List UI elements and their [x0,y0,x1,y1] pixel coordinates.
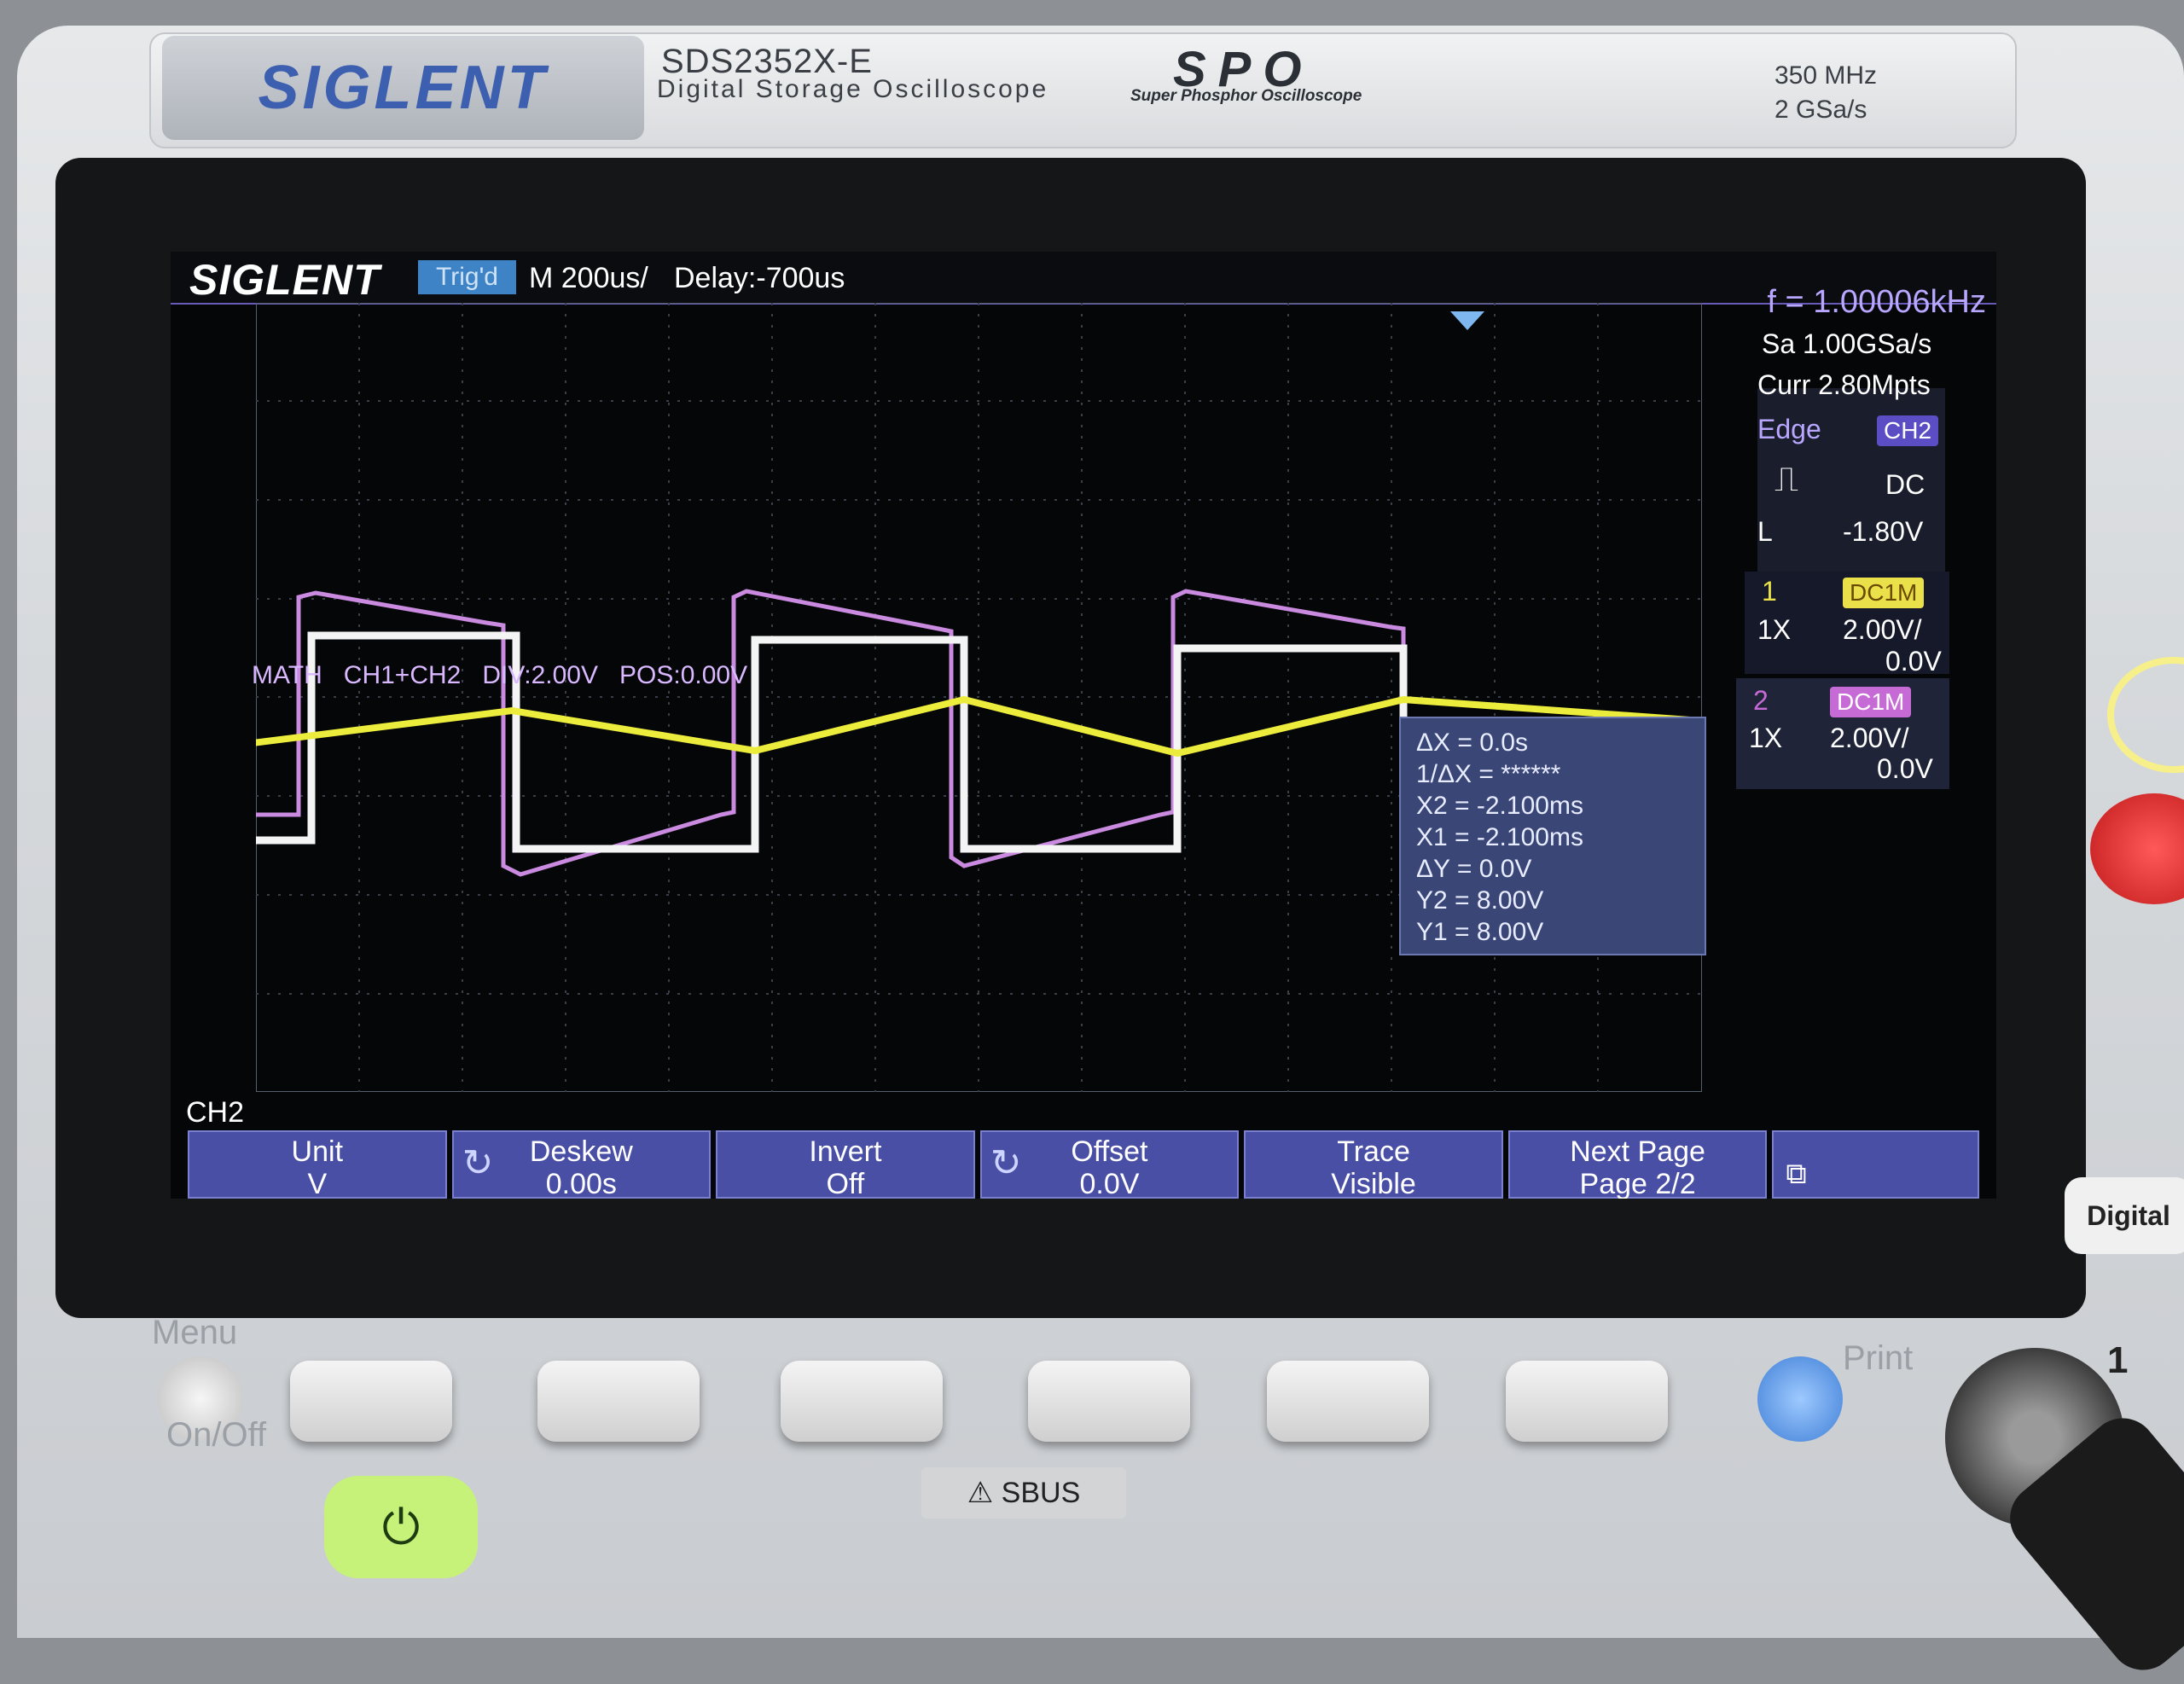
screen: SIGLENT Trig'd M 200us/ Delay:-700us f =… [171,252,1996,1199]
trigger-source[interactable]: CH2 [1877,415,1939,446]
cursor-x1: X1 = -2.100ms [1416,823,1583,851]
input-number: 1 [2107,1339,2129,1381]
brand-logo: SIGLENT [162,36,644,140]
frequency-readout: f = 1.00006kHz [1767,284,1986,320]
cursor-readout-box: ΔX = 0.0s 1/ΔX = ****** X2 = -2.100ms X1… [1399,717,1706,955]
ch1-probe: 1X [1757,614,1792,645]
sample-rate-spec: 2 GSa/s [1774,96,1867,124]
delay-readout: Delay:-700us [674,262,845,294]
trigger-level: -1.80V [1843,516,1924,547]
ch2-coupling: DC1M [1830,687,1912,717]
cursor-x2: X2 = -2.100ms [1416,792,1583,820]
softkey-menu: Unit V ↻ Deskew 0.00s Invert Off ↻ Offset 0.… [188,1130,1980,1199]
trigger-type[interactable]: Edge [1757,414,1821,445]
graticule [256,303,1702,1092]
softkey-3[interactable] [781,1361,943,1442]
sample-rate-readout: Sa 1.00GSa/s [1762,328,1932,359]
ch2-id: 2 [1753,685,1769,716]
menu-button-label: Menu [152,1314,238,1351]
rising-edge-icon: ⎍ [1774,461,1798,498]
ch1-coupling: DC1M [1843,578,1925,608]
onoff-label: On/Off [166,1416,267,1454]
cursor-delta-y: ΔY = 0.0V [1416,855,1532,883]
softkey-4[interactable] [1028,1361,1190,1442]
softkey-2[interactable] [537,1361,700,1442]
ch1-scale: 2.00V/ [1843,614,1922,645]
menu-next-page[interactable]: Next Page Page 2/2 [1507,1130,1768,1199]
sbus-port: ⚠ SBUS [921,1467,1126,1519]
menu-unit[interactable]: Unit V [188,1130,447,1199]
model-subtitle: Digital Storage Oscilloscope [657,75,1049,103]
screen-logo: SIGLENT [189,256,380,304]
spo-subtitle: Super Phosphor Oscilloscope [1130,87,1362,105]
cursor-y2: Y2 = 8.00V [1416,886,1544,915]
network-icon: ⧉ [1772,1130,1980,1199]
cursor-y1: Y1 = 8.00V [1416,918,1544,946]
bandwidth-spec: 350 MHz [1774,61,1878,90]
menu-deskew[interactable]: ↻ Deskew 0.00s [451,1130,712,1199]
menu-title: CH2 [186,1096,245,1129]
digital-button[interactable]: Digital [2065,1177,2184,1254]
math-label: MATH CH1+CH2 DIV:2.00V POS:0.00V [252,661,748,689]
rotate-knob-icon: ↻ [990,1142,1022,1184]
cursor-delta-x: ΔX = 0.0s [1416,729,1528,757]
trigger-position-marker [1450,311,1484,330]
menu-offset[interactable]: ↻ Offset 0.0V [979,1130,1240,1199]
menu-invert[interactable]: Invert Off [716,1130,975,1199]
memory-depth-readout: Curr 2.80Mpts [1757,369,1931,400]
ch2-scale: 2.00V/ [1830,723,1909,753]
power-button[interactable]: ⏻ [324,1476,478,1578]
timebase-readout: M 200us/ [529,262,648,294]
softkey-5[interactable] [1267,1361,1429,1442]
print-label: Print [1843,1339,1914,1377]
rotate-knob-icon: ↻ [462,1142,494,1184]
ch1-offset: 0.0V [1885,646,1942,677]
print-button[interactable] [1757,1356,1843,1442]
trigger-coupling: DC [1885,469,1926,500]
softkey-6[interactable] [1506,1361,1668,1442]
trigger-level-label: L [1757,516,1773,547]
status-bar: SIGLENT Trig'd M 200us/ Delay:-700us [171,252,1996,305]
softkey-1[interactable] [290,1361,452,1442]
trigger-status-badge: Trig'd [418,260,516,294]
ch2-probe: 1X [1749,723,1783,753]
cursor-inverse-delta-x: 1/ΔX = ****** [1416,760,1561,788]
waveform-plot [256,303,1702,1092]
ch1-id: 1 [1762,576,1777,607]
ch2-offset: 0.0V [1877,753,1933,784]
menu-trace[interactable]: Trace Visible [1244,1130,1503,1199]
